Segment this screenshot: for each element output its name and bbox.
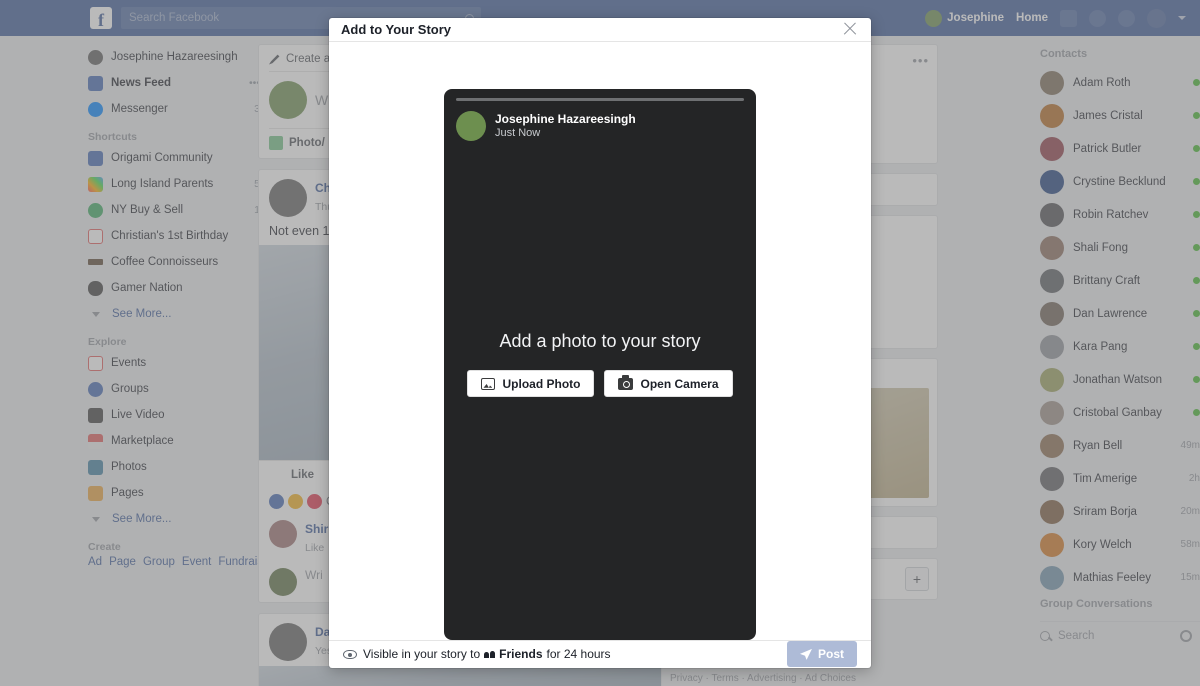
dialog-footer: Visible in your story to Friends for 24 … (329, 639, 871, 668)
friends-icon (484, 650, 496, 658)
post-button[interactable]: Post (786, 641, 857, 668)
story-progress-bar (456, 97, 744, 101)
story-author-block: Josephine Hazareesingh Just Now (456, 110, 636, 141)
story-author-name: Josephine Hazareesingh (495, 111, 636, 126)
close-icon[interactable] (841, 20, 859, 38)
upload-photo-label: Upload Photo (502, 376, 581, 391)
dialog-body: Josephine Hazareesingh Just Now Add a ph… (329, 42, 871, 640)
story-empty-state: Add a photo to your story Upload Photo O… (444, 331, 756, 398)
story-preview-canvas[interactable]: Josephine Hazareesingh Just Now Add a ph… (444, 88, 756, 640)
post-button-label: Post (817, 647, 844, 662)
facebook-window: f Search Facebook Josephine Home (0, 0, 1200, 686)
camera-icon (618, 375, 634, 390)
eye-icon (343, 649, 357, 659)
add-to-story-dialog: Add to Your Story Josephine Hazareesingh… (329, 18, 871, 668)
image-icon (481, 377, 496, 390)
story-action-buttons: Upload Photo Open Camera (444, 370, 756, 398)
upload-photo-button[interactable]: Upload Photo (467, 370, 595, 398)
send-icon (799, 648, 812, 660)
visibility-suffix: for 24 hours (546, 647, 611, 662)
story-prompt: Add a photo to your story (499, 331, 701, 352)
open-camera-button[interactable]: Open Camera (604, 370, 733, 398)
dialog-title: Add to Your Story (341, 21, 452, 37)
dialog-header: Add to Your Story (329, 18, 871, 42)
story-timestamp: Just Now (495, 126, 541, 139)
open-camera-label: Open Camera (640, 376, 719, 391)
avatar (456, 110, 486, 141)
visibility-text: Visible in your story to Friends for 24 … (363, 647, 611, 661)
audience-label[interactable]: Friends (499, 647, 542, 661)
visibility-prefix: Visible in your story to (363, 647, 481, 662)
